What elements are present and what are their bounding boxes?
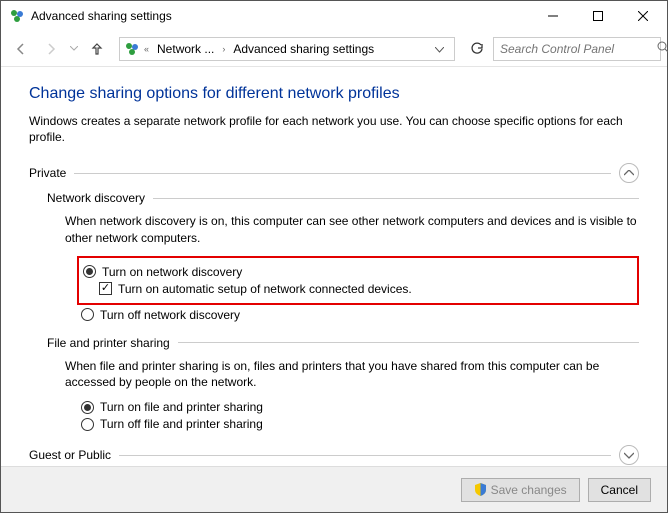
subsection-network-discovery: Network discovery When network discovery… <box>47 191 639 321</box>
history-dropdown[interactable] <box>67 35 81 63</box>
section-header-private[interactable]: Private <box>29 163 639 183</box>
radio-label: Turn off network discovery <box>100 308 240 322</box>
divider <box>153 198 639 199</box>
file-printer-description: When file and printer sharing is on, fil… <box>65 358 639 390</box>
radio-label: Turn off file and printer sharing <box>100 417 263 431</box>
forward-button[interactable] <box>37 35 65 63</box>
checkbox-icon[interactable] <box>99 282 112 295</box>
breadcrumb-dropdown[interactable] <box>429 42 450 56</box>
radio-label: Turn on file and printer sharing <box>100 400 263 414</box>
breadcrumb-item-advanced[interactable]: Advanced sharing settings <box>229 42 378 56</box>
breadcrumb-icon <box>124 41 140 57</box>
app-icon <box>9 8 25 24</box>
section-private: Private Network discovery When network d… <box>29 163 639 431</box>
subsection-header-network-discovery: Network discovery <box>47 191 639 205</box>
expand-button-guest[interactable] <box>619 445 639 465</box>
radio-file-printer-off[interactable]: Turn off file and printer sharing <box>81 417 639 431</box>
refresh-button[interactable] <box>463 37 491 61</box>
section-label-private: Private <box>29 166 66 180</box>
navbar: « Network ... › Advanced sharing setting… <box>1 31 667 67</box>
search-icon <box>657 41 668 57</box>
radio-icon[interactable] <box>83 265 96 278</box>
section-header-guest[interactable]: Guest or Public <box>29 445 639 465</box>
close-button[interactable] <box>620 2 665 30</box>
back-button[interactable] <box>7 35 35 63</box>
chevron-icon: « <box>144 44 149 54</box>
subsection-label: Network discovery <box>47 191 145 205</box>
subsection-header-file-printer: File and printer sharing <box>47 336 639 350</box>
section-guest-public: Guest or Public <box>29 445 639 465</box>
divider <box>119 455 611 456</box>
maximize-button[interactable] <box>575 2 620 30</box>
subsection-file-printer: File and printer sharing When file and p… <box>47 336 639 431</box>
network-discovery-description: When network discovery is on, this compu… <box>65 213 639 245</box>
footer: Save changes Cancel <box>1 466 667 512</box>
search-box[interactable] <box>493 37 661 61</box>
page-description: Windows creates a separate network profi… <box>29 113 639 145</box>
breadcrumb-item-network[interactable]: Network ... <box>153 42 218 56</box>
breadcrumb[interactable]: « Network ... › Advanced sharing setting… <box>119 37 455 61</box>
radio-network-discovery-on[interactable]: Turn on network discovery <box>83 265 631 279</box>
radio-icon[interactable] <box>81 308 94 321</box>
collapse-button-private[interactable] <box>619 163 639 183</box>
radio-icon[interactable] <box>81 401 94 414</box>
checkbox-auto-setup[interactable]: Turn on automatic setup of network conne… <box>99 282 631 296</box>
page-title: Change sharing options for different net… <box>29 85 639 103</box>
radio-file-printer-on[interactable]: Turn on file and printer sharing <box>81 400 639 414</box>
save-changes-button[interactable]: Save changes <box>461 478 580 502</box>
shield-icon <box>474 483 487 496</box>
content-area: Change sharing options for different net… <box>1 67 667 466</box>
cancel-button[interactable]: Cancel <box>588 478 651 502</box>
chevron-right-icon: › <box>222 44 225 54</box>
section-label-guest: Guest or Public <box>29 448 111 462</box>
radio-icon[interactable] <box>81 418 94 431</box>
divider <box>178 342 639 343</box>
cancel-label: Cancel <box>601 483 638 497</box>
titlebar: Advanced sharing settings <box>1 1 667 31</box>
radio-network-discovery-off[interactable]: Turn off network discovery <box>81 308 639 322</box>
divider <box>74 173 611 174</box>
search-input[interactable] <box>500 42 657 56</box>
checkbox-label: Turn on automatic setup of network conne… <box>118 282 412 296</box>
window-title: Advanced sharing settings <box>25 9 530 23</box>
subsection-label: File and printer sharing <box>47 336 170 350</box>
save-label: Save changes <box>491 483 567 497</box>
up-button[interactable] <box>83 35 111 63</box>
minimize-button[interactable] <box>530 2 575 30</box>
radio-label: Turn on network discovery <box>102 265 242 279</box>
highlight-annotation: Turn on network discovery Turn on automa… <box>77 256 639 305</box>
